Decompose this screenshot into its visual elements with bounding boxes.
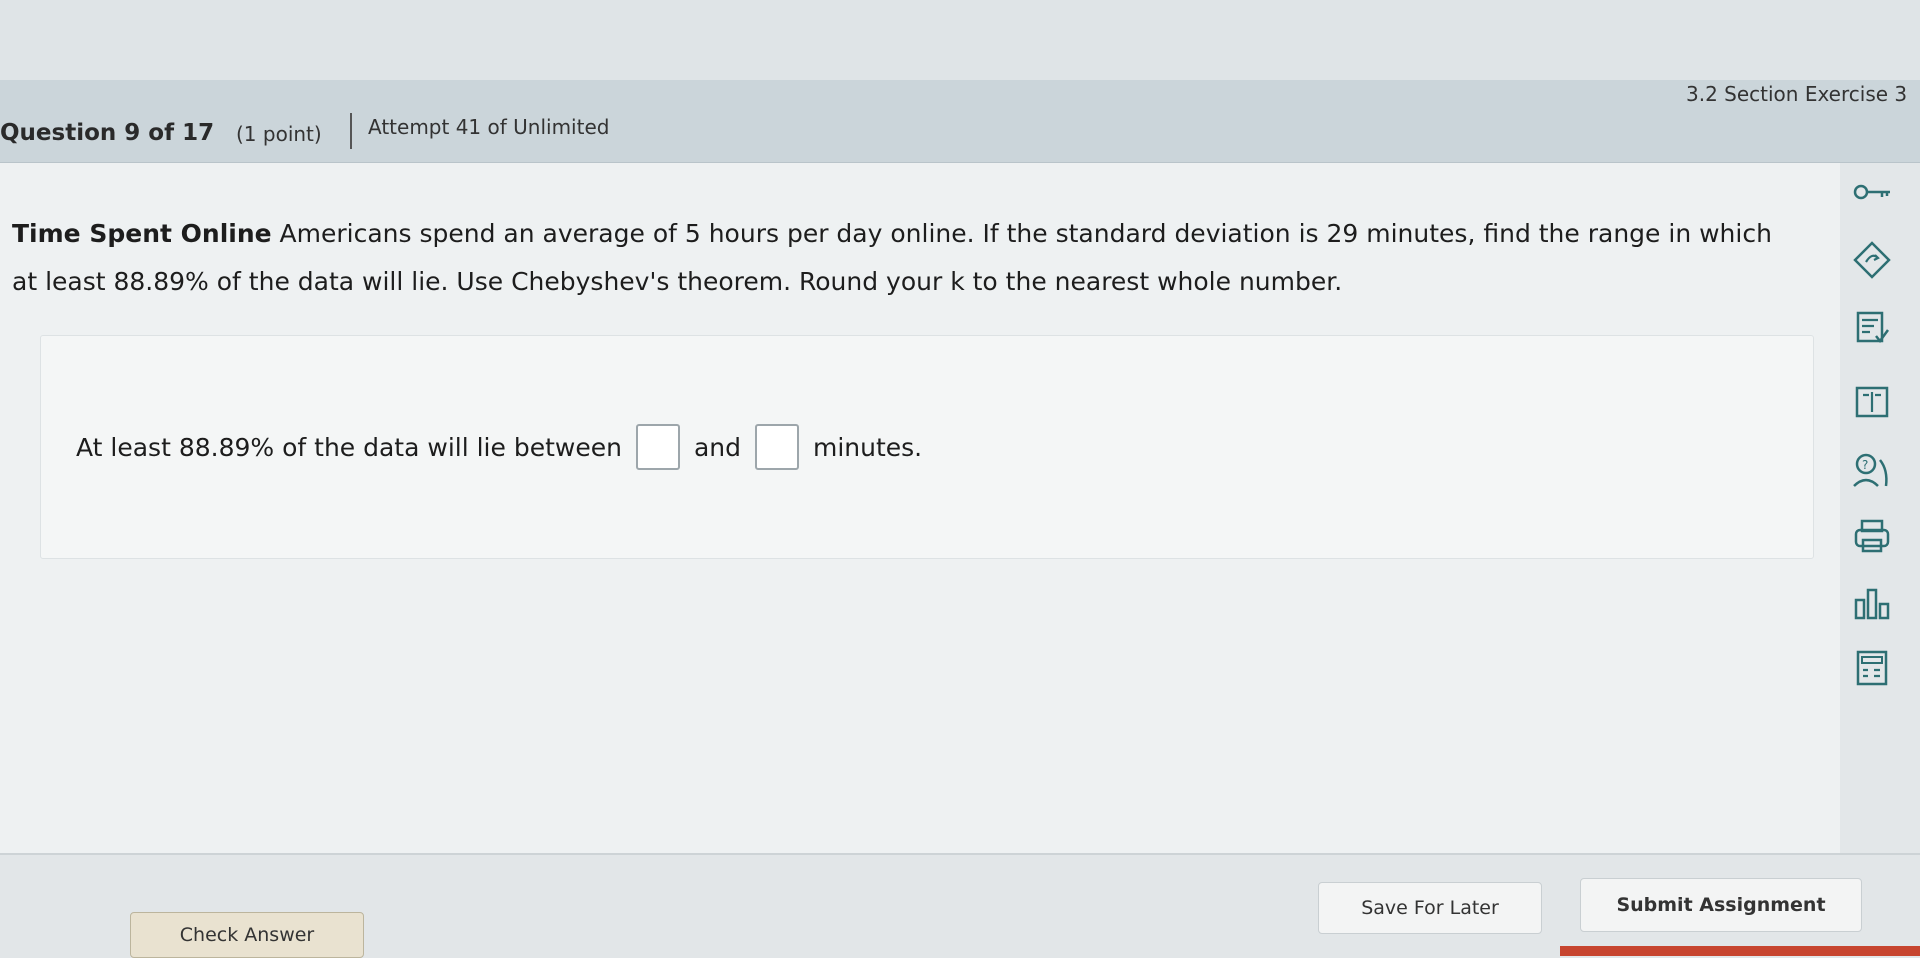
attempt-counter: Attempt 41 of Unlimited	[368, 115, 610, 139]
save-for-later-button[interactable]: Save For Later	[1318, 882, 1542, 934]
question-points: (1 point)	[236, 122, 322, 146]
answer-suffix: minutes.	[812, 432, 923, 462]
footer-accent-strip	[1560, 946, 1920, 956]
answer-statement: At least 88.89% of the data will lie bet…	[76, 424, 922, 470]
calculator-icon[interactable]	[1848, 644, 1896, 692]
print-icon[interactable]	[1848, 512, 1896, 560]
question-body: Americans spend an average of 5 hours pe…	[12, 219, 1772, 296]
key-icon[interactable]	[1848, 168, 1896, 216]
textbook-icon[interactable]	[1848, 378, 1896, 426]
answer-and: and	[693, 432, 741, 462]
svg-text:?: ?	[1862, 458, 1868, 472]
section-title: 3.2 Section Exercise 3	[1686, 82, 1908, 106]
statistics-icon[interactable]	[1848, 580, 1896, 628]
question-number: Question 9 of 17	[0, 120, 215, 146]
navigate-icon[interactable]	[1848, 236, 1896, 284]
lower-bound-input[interactable]	[635, 424, 680, 470]
question-title: Time Spent Online	[12, 219, 272, 248]
question-text: Time Spent Online Americans spend an ave…	[12, 210, 1792, 306]
upper-bound-input[interactable]	[754, 424, 799, 470]
help-tutor-icon[interactable]: ?	[1848, 446, 1896, 494]
answer-prefix: At least 88.89% of the data will lie bet…	[76, 432, 622, 462]
checklist-icon[interactable]	[1848, 304, 1896, 352]
top-bar	[0, 0, 1920, 80]
header-divider	[350, 113, 352, 149]
check-answer-button[interactable]: Check Answer	[130, 912, 364, 958]
submit-assignment-button[interactable]: Submit Assignment	[1580, 878, 1862, 932]
